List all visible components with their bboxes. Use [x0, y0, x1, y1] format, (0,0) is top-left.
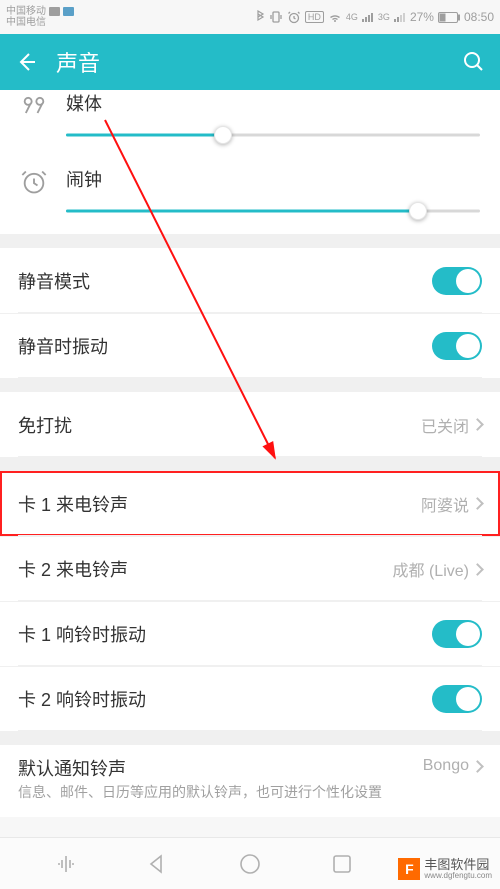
page-title: 声音 — [56, 46, 444, 78]
media-icon — [20, 92, 48, 120]
watermark-logo-icon: F — [398, 858, 420, 880]
chevron-right-icon — [471, 418, 484, 431]
nav-back-icon[interactable] — [146, 852, 170, 876]
nav-voice-icon[interactable] — [54, 852, 78, 876]
sim1-ringtone-value: 阿婆说 — [421, 492, 482, 516]
dnd-value: 已关闭 — [421, 413, 482, 437]
alarm-volume-row: 闹钟 — [0, 158, 500, 234]
media-volume-row: 媒体 — [0, 90, 500, 158]
watermark: F 丰图软件园 www.dgfengtu.com — [398, 858, 492, 881]
wifi-icon — [328, 11, 342, 23]
default-notification-value: Bongo — [423, 755, 482, 775]
chevron-right-icon — [471, 760, 484, 773]
silent-mode-row: 静音模式 — [0, 248, 500, 313]
status-carriers: 中国移动 中国电信 — [6, 6, 74, 28]
vibrate-icon — [269, 10, 283, 24]
sim2-ringtone-row[interactable]: 卡 2 来电铃声 成都 (Live) — [0, 536, 500, 601]
silent-mode-label: 静音模式 — [18, 268, 90, 294]
default-notification-sub: 信息、邮件、日历等应用的默认铃声，也可进行个性化设置 — [18, 783, 411, 803]
sim2-ringtone-value: 成都 (Live) — [393, 557, 482, 581]
silent-mode-toggle[interactable] — [432, 267, 482, 295]
sim2-ring-vibrate-label: 卡 2 响铃时振动 — [18, 686, 146, 712]
sim2-ringtone-label: 卡 2 来电铃声 — [18, 556, 128, 582]
dnd-label: 免打扰 — [18, 412, 72, 438]
vibrate-on-silent-toggle[interactable] — [432, 332, 482, 360]
sim2-ring-vibrate-row: 卡 2 响铃时振动 — [0, 666, 500, 731]
status-bar: 中国移动 中国电信 HD 4G 3G 27% 08:50 — [0, 0, 500, 34]
status-right: HD 4G 3G 27% 08:50 — [255, 10, 494, 24]
default-notification-label: 默认通知铃声 — [18, 755, 411, 781]
battery-icon — [438, 12, 460, 23]
sim1-data-icon — [63, 7, 74, 16]
sim2-ring-vibrate-toggle[interactable] — [432, 685, 482, 713]
search-icon[interactable] — [462, 50, 486, 74]
vibrate-on-silent-row: 静音时振动 — [0, 313, 500, 378]
alarm-label: 闹钟 — [66, 166, 480, 192]
nav-recent-icon[interactable] — [330, 852, 354, 876]
alarm-slider[interactable] — [66, 200, 480, 222]
signal2-icon — [394, 12, 406, 22]
bluetooth-icon — [255, 10, 265, 24]
nav-home-icon[interactable] — [238, 852, 262, 876]
sim1-ring-vibrate-row: 卡 1 响铃时振动 — [0, 601, 500, 666]
alarm-status-icon — [287, 10, 301, 24]
chevron-right-icon — [471, 497, 484, 510]
alarm-icon — [20, 168, 48, 196]
hd-icon: HD — [305, 11, 324, 23]
dnd-row[interactable]: 免打扰 已关闭 — [0, 392, 500, 457]
sim1-ringtone-row[interactable]: 卡 1 来电铃声 阿婆说 — [0, 471, 500, 536]
back-icon[interactable] — [14, 50, 38, 74]
sim1-ring-vibrate-toggle[interactable] — [432, 620, 482, 648]
sim1-ringtone-label: 卡 1 来电铃声 — [18, 491, 128, 517]
vibrate-on-silent-label: 静音时振动 — [18, 333, 108, 359]
media-slider[interactable] — [66, 124, 480, 146]
sim1-ring-vibrate-label: 卡 1 响铃时振动 — [18, 621, 146, 647]
media-label: 媒体 — [66, 90, 480, 116]
chevron-right-icon — [471, 563, 484, 576]
signal1-icon — [362, 12, 374, 22]
default-notification-row[interactable]: 默认通知铃声 信息、邮件、日历等应用的默认铃声，也可进行个性化设置 Bongo — [0, 745, 500, 817]
app-header: 声音 — [0, 34, 500, 90]
sim1-indicator-icon — [49, 7, 60, 16]
